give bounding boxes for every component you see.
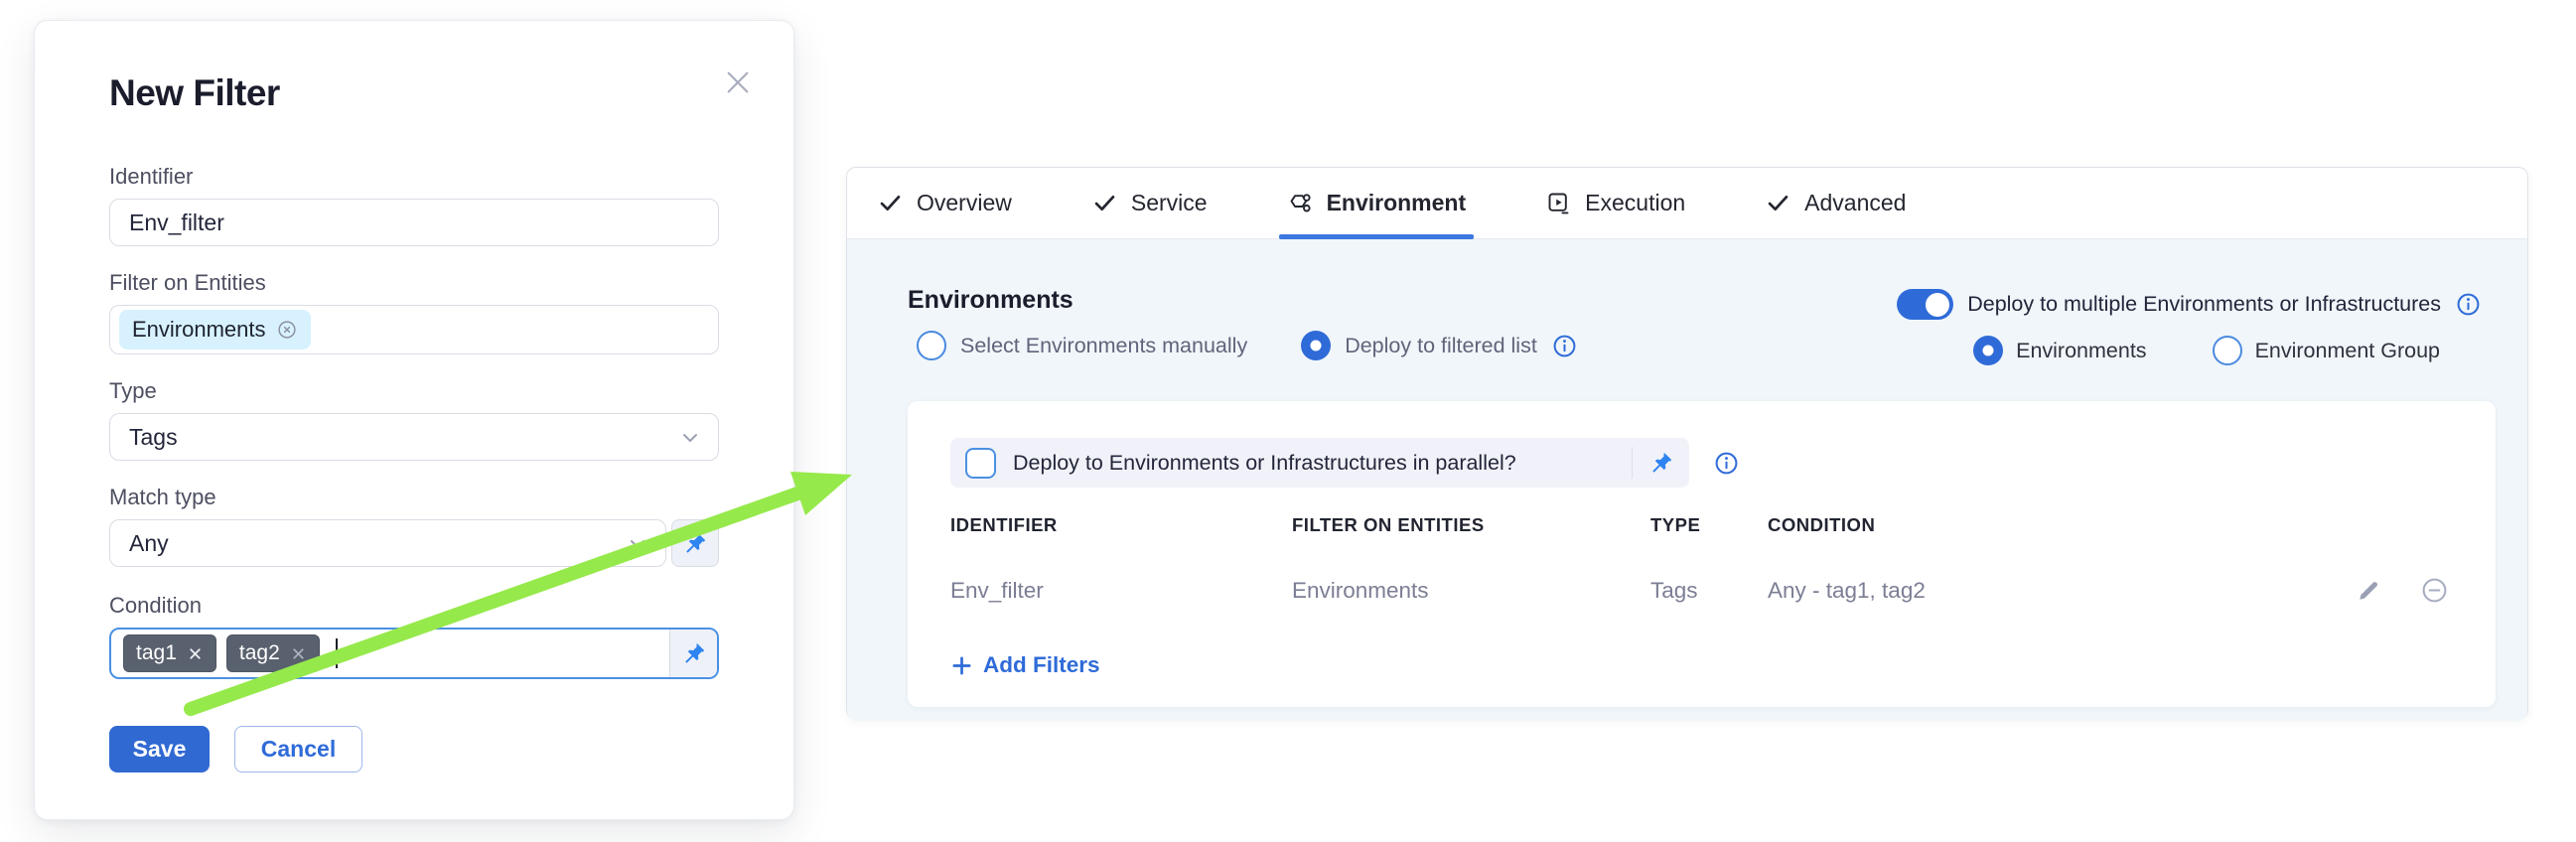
tab-execution[interactable]: Execution (1545, 168, 1685, 238)
type-select[interactable]: Tags (109, 413, 719, 461)
chevron-down-icon (626, 532, 649, 556)
identifier-label: Identifier (109, 164, 719, 190)
pipeline-stage-panel: Overview Service Environment Execution A… (846, 167, 2528, 720)
column-header: TYPE (1650, 514, 1768, 536)
info-icon[interactable] (2455, 291, 2482, 318)
radio-label: Environments (2016, 339, 2146, 363)
condition-tag-chip: tag2 (226, 634, 320, 672)
tab-label: Environment (1327, 190, 1467, 216)
filters-table-header: IDENTIFIER FILTER ON ENTITIES TYPE CONDI… (950, 514, 2453, 536)
column-header: FILTER ON ENTITIES (1292, 514, 1650, 536)
cell-filter-on-entities: Environments (1292, 578, 1650, 604)
tab-environment[interactable]: Environment (1287, 168, 1467, 238)
radio-select-manually[interactable]: Select Environments manually (917, 331, 1247, 360)
pin-icon (681, 640, 707, 666)
match-type-select-value: Any (129, 530, 169, 557)
edit-icon[interactable] (2356, 577, 2382, 604)
match-type-label: Match type (109, 485, 719, 510)
plus-icon (950, 654, 973, 677)
add-filters-label: Add Filters (983, 652, 1100, 678)
check-icon (877, 190, 904, 216)
filters-card: Deploy to Environments or Infrastructure… (908, 401, 2496, 707)
parallel-row: Deploy to Environments or Infrastructure… (950, 438, 2453, 488)
identifier-input[interactable] (109, 199, 719, 246)
screen: New Filter Identifier Filter on Entities… (0, 0, 2576, 842)
condition-tags-area[interactable]: tag1 tag2 (111, 630, 669, 677)
entities-chip: Environments (119, 310, 311, 350)
cell-identifier: Env_filter (950, 578, 1292, 604)
add-filters-button[interactable]: Add Filters (950, 652, 2453, 678)
environment-icon (1287, 190, 1314, 216)
remove-chip-icon[interactable] (276, 319, 298, 341)
tab-label: Overview (917, 190, 1012, 216)
type-select-value: Tags (129, 424, 178, 451)
remove-tag-icon[interactable] (187, 645, 204, 662)
tab-label: Execution (1585, 190, 1685, 216)
parallel-checkbox-label: Deploy to Environments or Infrastructure… (1013, 451, 1516, 476)
check-icon (1765, 190, 1791, 216)
check-icon (1091, 190, 1118, 216)
column-header: CONDITION (1768, 514, 2334, 536)
environments-heading: Environments (908, 286, 1073, 315)
save-button[interactable]: Save (109, 726, 210, 772)
radio-deploy-filtered[interactable]: Deploy to filtered list (1301, 331, 1578, 360)
column-header: IDENTIFIER (950, 514, 1292, 536)
cancel-button[interactable]: Cancel (234, 726, 362, 772)
pin-icon[interactable] (1648, 450, 1674, 476)
radio-label: Environment Group (2255, 339, 2440, 363)
modal-title: New Filter (109, 72, 719, 114)
tab-overview[interactable]: Overview (877, 168, 1012, 238)
execution-icon (1545, 190, 1572, 216)
new-filter-modal: New Filter Identifier Filter on Entities… (34, 20, 794, 820)
stage-tabs: Overview Service Environment Execution A… (847, 168, 2527, 239)
filter-on-entities-label: Filter on Entities (109, 270, 719, 296)
radio-label: Deploy to filtered list (1345, 334, 1537, 358)
tab-label: Advanced (1804, 190, 1906, 216)
environment-mode-radios: Select Environments manually Deploy to f… (917, 331, 1578, 360)
parallel-checkbox[interactable] (965, 448, 996, 479)
modal-buttons: Save Cancel (109, 726, 719, 772)
remove-row-icon[interactable] (2420, 576, 2449, 605)
tag-label: tag1 (136, 641, 177, 665)
cell-condition: Any - tag1, tag2 (1768, 578, 2334, 604)
tag-label: tag2 (239, 641, 280, 665)
radio-icon[interactable] (1301, 331, 1331, 360)
table-row[interactable]: Env_filter Environments Tags Any - tag1,… (950, 576, 2453, 605)
condition-input[interactable]: tag1 tag2 (109, 628, 719, 679)
toggle-label: Deploy to multiple Environments or Infra… (1967, 292, 2441, 317)
divider (1632, 447, 1633, 479)
pin-icon (682, 530, 708, 556)
close-icon[interactable] (722, 67, 754, 98)
info-icon[interactable] (1551, 333, 1578, 359)
radio-environment-group[interactable] (2213, 336, 2242, 365)
tab-advanced[interactable]: Advanced (1765, 168, 1906, 238)
environment-tab-content: Environments Select Environments manuall… (847, 239, 2527, 721)
remove-tag-icon[interactable] (290, 645, 307, 662)
match-type-row: Any (109, 519, 719, 567)
match-type-select[interactable]: Any (109, 519, 666, 567)
radio-icon[interactable] (917, 331, 946, 360)
radio-label: Select Environments manually (960, 334, 1247, 358)
match-type-pin-button[interactable] (671, 519, 719, 567)
environment-target-radios: Environments Environment Group (1973, 336, 2440, 365)
deploy-multiple-toggle-row: Deploy to multiple Environments or Infra… (1897, 289, 2482, 320)
filter-on-entities-input[interactable]: Environments (109, 305, 719, 354)
radio-environments[interactable] (1973, 336, 2003, 365)
entities-chip-label: Environments (132, 317, 266, 343)
condition-label: Condition (109, 593, 719, 619)
text-cursor (336, 638, 339, 668)
parallel-checkbox-box: Deploy to Environments or Infrastructure… (950, 438, 1689, 488)
deploy-multiple-toggle[interactable] (1897, 289, 1953, 320)
cell-type: Tags (1650, 578, 1768, 604)
condition-tag-chip: tag1 (123, 634, 216, 672)
row-actions (2334, 576, 2453, 605)
type-label: Type (109, 378, 719, 404)
tab-label: Service (1131, 190, 1208, 216)
tab-service[interactable]: Service (1091, 168, 1208, 238)
condition-pin-button[interactable] (669, 630, 717, 677)
chevron-down-icon (678, 426, 702, 450)
info-icon[interactable] (1713, 450, 1740, 477)
